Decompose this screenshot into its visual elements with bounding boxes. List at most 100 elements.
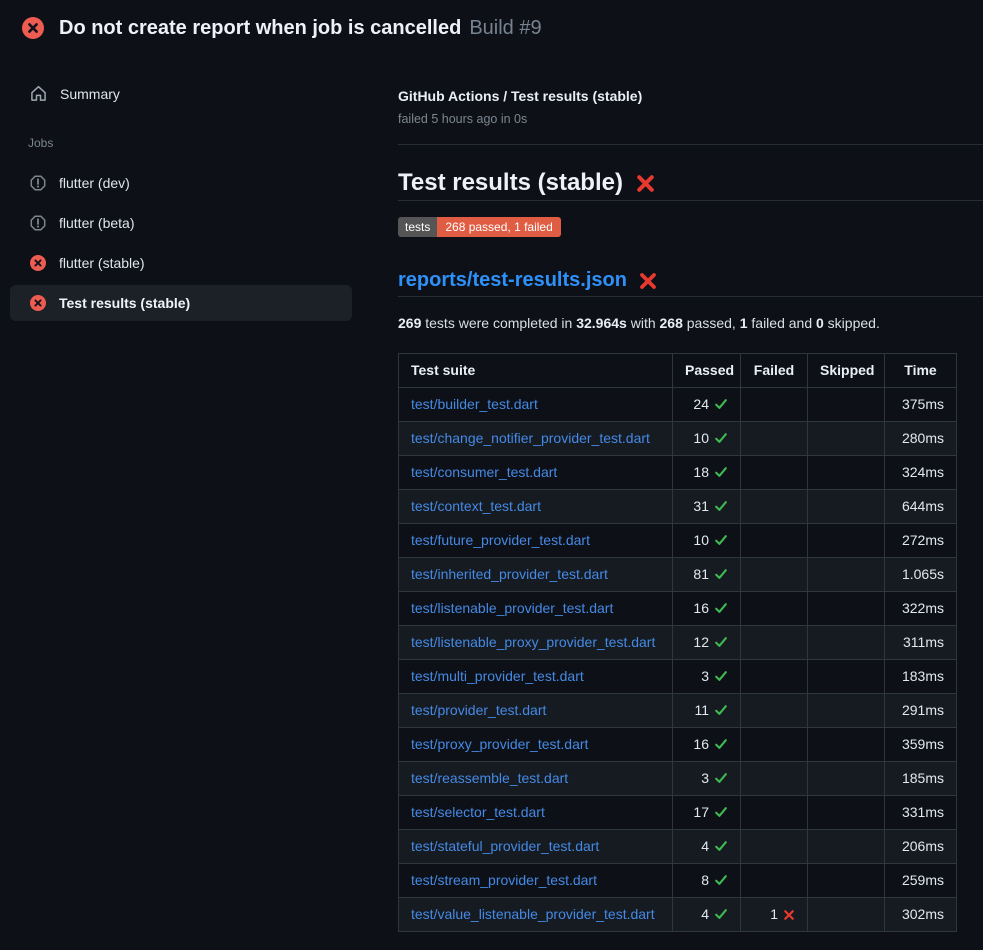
passed-cell: 18 (673, 456, 741, 490)
failed-cell (741, 422, 808, 456)
sidebar-job-item[interactable]: Test results (stable) (10, 285, 352, 321)
failed-cell (741, 830, 808, 864)
skipped-cell (808, 592, 885, 626)
skipped-cell (808, 864, 885, 898)
time-cell: 206ms (885, 830, 957, 864)
test-suite-link[interactable]: test/provider_test.dart (411, 702, 546, 718)
test-suite-link[interactable]: test/future_provider_test.dart (411, 532, 590, 548)
sidebar: Summary Jobs flutter (dev) flutter (beta… (0, 56, 380, 323)
failed-cell (741, 490, 808, 524)
test-suite-link[interactable]: test/change_notifier_provider_test.dart (411, 430, 650, 446)
jobs-section-label: Jobs (0, 136, 380, 150)
check-icon (714, 703, 728, 717)
passed-cell: 16 (673, 728, 741, 762)
check-icon (714, 873, 728, 887)
table-row: test/reassemble_test.dart 3 185ms (399, 762, 957, 796)
test-suite-link[interactable]: test/listenable_provider_test.dart (411, 600, 613, 616)
passed-cell: 10 (673, 422, 741, 456)
failed-cell (741, 694, 808, 728)
sidebar-item-summary[interactable]: Summary (0, 76, 380, 111)
time-cell: 291ms (885, 694, 957, 728)
check-icon (714, 397, 728, 411)
table-header-row: Test suite Passed Failed Skipped Time (399, 354, 957, 388)
sidebar-job-item[interactable]: flutter (beta) (10, 203, 352, 243)
test-suite-link[interactable]: test/multi_provider_test.dart (411, 668, 584, 684)
table-row: test/stateful_provider_test.dart 4 206ms (399, 830, 957, 864)
test-suite-link[interactable]: test/inherited_provider_test.dart (411, 566, 608, 582)
test-suite-link[interactable]: test/context_test.dart (411, 498, 541, 514)
failed-cell (741, 626, 808, 660)
main-content: GitHub Actions / Test results (stable) f… (380, 56, 983, 932)
test-suite-link[interactable]: test/builder_test.dart (411, 396, 538, 412)
time-cell: 359ms (885, 728, 957, 762)
run-status-text: failed 5 hours ago in 0s (398, 111, 983, 128)
passed-cell: 31 (673, 490, 741, 524)
passed-cell: 81 (673, 558, 741, 592)
breadcrumb: GitHub Actions / Test results (stable) (398, 86, 983, 106)
passed-cell: 3 (673, 660, 741, 694)
skipped-cell (808, 422, 885, 456)
job-label: flutter (stable) (59, 255, 145, 271)
passed-cell: 8 (673, 864, 741, 898)
test-suite-link[interactable]: test/value_listenable_provider_test.dart (411, 906, 655, 922)
run-failed-icon (22, 17, 44, 39)
col-header-failed: Failed (741, 354, 808, 388)
table-row: test/stream_provider_test.dart 8 259ms (399, 864, 957, 898)
time-cell: 311ms (885, 626, 957, 660)
cancelled-status-icon (30, 175, 46, 191)
time-cell: 644ms (885, 490, 957, 524)
time-cell: 331ms (885, 796, 957, 830)
check-icon (714, 465, 728, 479)
report-heading: reports/test-results.json (398, 267, 983, 297)
test-suite-link[interactable]: test/stream_provider_test.dart (411, 872, 597, 888)
cancelled-status-icon (30, 215, 46, 231)
failed-cell (741, 796, 808, 830)
failed-cell (741, 524, 808, 558)
passed-cell: 17 (673, 796, 741, 830)
tests-badge: tests 268 passed, 1 failed (398, 217, 561, 237)
sidebar-job-item[interactable]: flutter (stable) (10, 243, 352, 283)
failed-cell (741, 592, 808, 626)
test-suite-link[interactable]: test/listenable_proxy_provider_test.dart (411, 634, 655, 650)
check-icon (714, 635, 728, 649)
time-cell: 375ms (885, 388, 957, 422)
table-row: test/listenable_proxy_provider_test.dart… (399, 626, 957, 660)
table-row: test/consumer_test.dart 18 324ms (399, 456, 957, 490)
col-header-test-suite: Test suite (399, 354, 673, 388)
sidebar-job-item[interactable]: flutter (dev) (10, 163, 352, 203)
passed-cell: 24 (673, 388, 741, 422)
failed-cell (741, 864, 808, 898)
table-row: test/multi_provider_test.dart 3 183ms (399, 660, 957, 694)
run-meta-block: GitHub Actions / Test results (stable) f… (398, 86, 983, 145)
skipped-cell (808, 762, 885, 796)
table-row: test/listenable_provider_test.dart 16 32… (399, 592, 957, 626)
test-suite-link[interactable]: test/stateful_provider_test.dart (411, 838, 599, 854)
col-header-passed: Passed (673, 354, 741, 388)
cross-mark-icon (635, 173, 656, 194)
report-file-link[interactable]: reports/test-results.json (398, 267, 627, 294)
time-cell: 185ms (885, 762, 957, 796)
test-suite-link[interactable]: test/proxy_provider_test.dart (411, 736, 588, 752)
table-row: test/provider_test.dart 11 291ms (399, 694, 957, 728)
table-row: test/selector_test.dart 17 331ms (399, 796, 957, 830)
failed-cell (741, 762, 808, 796)
test-suite-link[interactable]: test/reassemble_test.dart (411, 770, 568, 786)
test-suite-link[interactable]: test/selector_test.dart (411, 804, 545, 820)
skipped-cell (808, 830, 885, 864)
table-row: test/change_notifier_provider_test.dart … (399, 422, 957, 456)
test-suite-link[interactable]: test/consumer_test.dart (411, 464, 557, 480)
time-cell: 1.065s (885, 558, 957, 592)
page-header: Do not create report when job is cancell… (0, 0, 983, 56)
summary-label: Summary (60, 86, 120, 102)
table-row: test/builder_test.dart 24 375ms (399, 388, 957, 422)
check-icon (714, 431, 728, 445)
check-icon (714, 533, 728, 547)
skipped-cell (808, 456, 885, 490)
failed-cell: 1 (741, 898, 808, 932)
build-number: Build #9 (469, 17, 541, 40)
time-cell: 324ms (885, 456, 957, 490)
job-label: flutter (beta) (59, 215, 134, 231)
skipped-cell (808, 388, 885, 422)
skipped-cell (808, 728, 885, 762)
failed-cell (741, 660, 808, 694)
